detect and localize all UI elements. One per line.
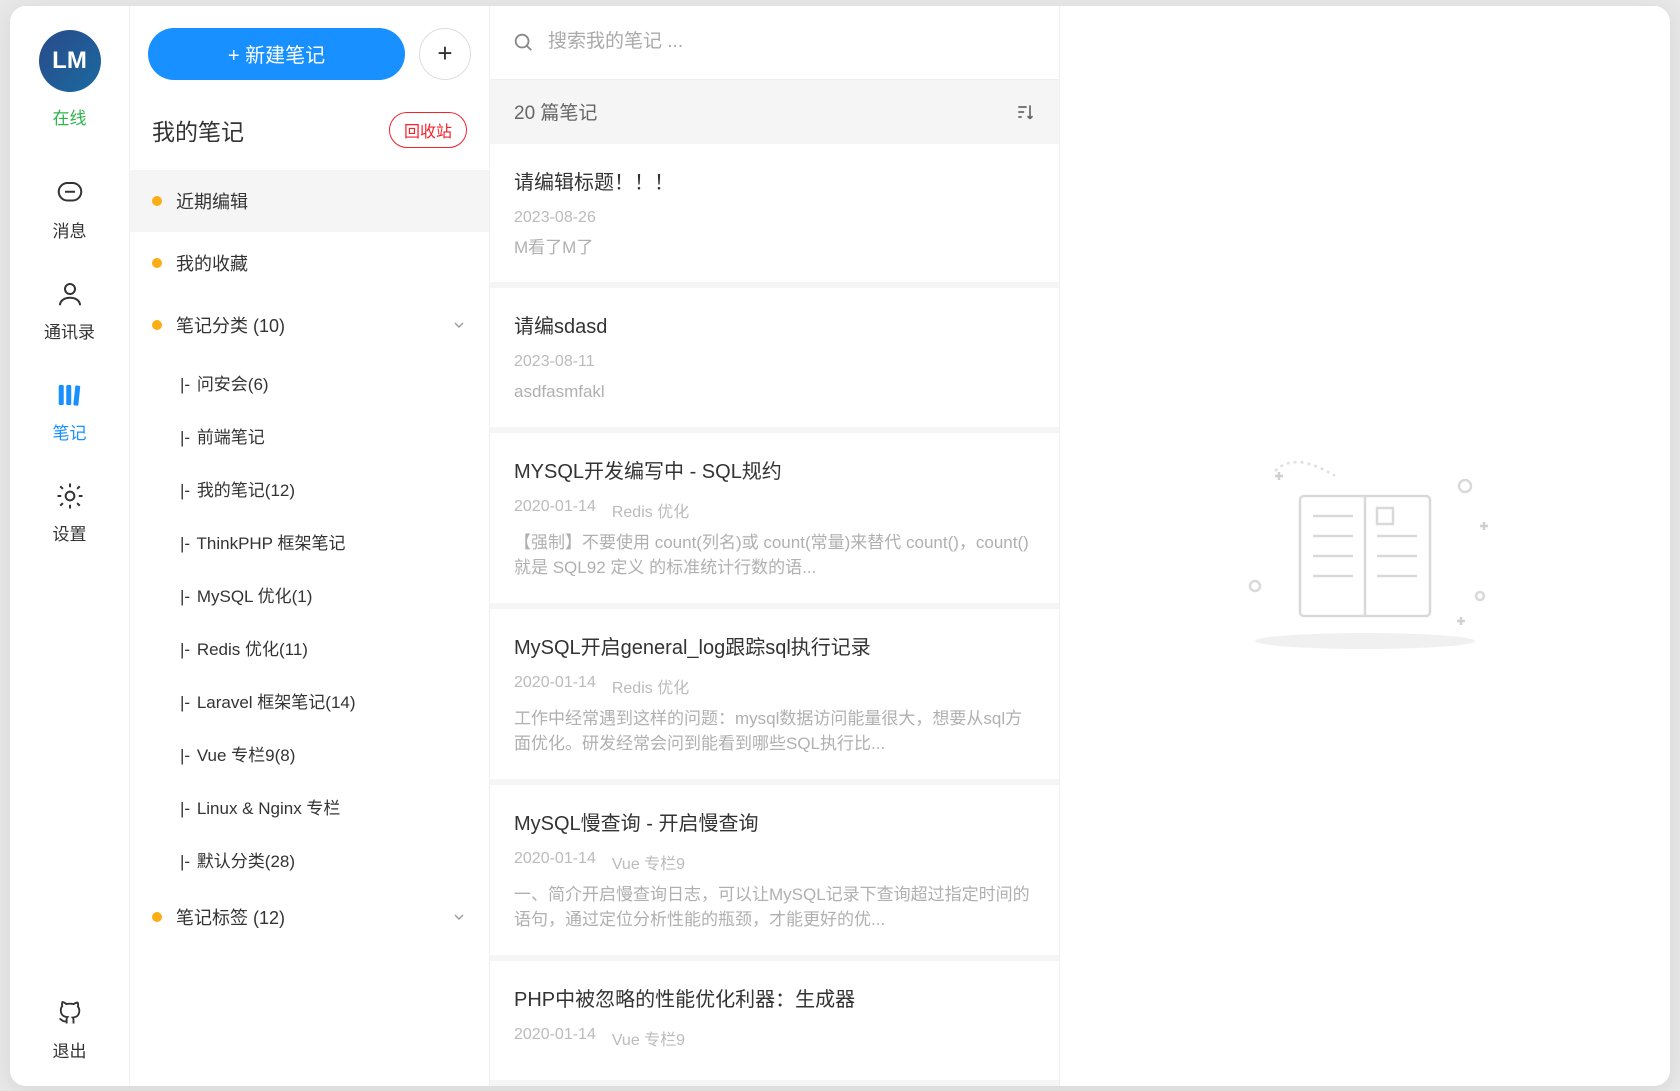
section-categories[interactable]: 笔记分类 (10) (130, 294, 489, 356)
nav-item-label: 通讯录 (44, 318, 95, 343)
search-input[interactable] (548, 31, 1037, 53)
section-tags[interactable]: 笔记标签 (12) (130, 886, 489, 948)
category-label: 前端笔记 (197, 428, 265, 447)
avatar[interactable]: LM (39, 30, 101, 92)
category-item[interactable]: |- MySQL 优化(1) (130, 568, 489, 621)
nav-item-settings[interactable]: 设置 (10, 462, 129, 563)
note-date: 2023-08-11 (514, 353, 595, 371)
note-preview: M看了M了 (514, 235, 1035, 261)
note-date: 2020-01-14 (514, 1026, 596, 1050)
plus-icon: + (437, 38, 452, 69)
sort-icon[interactable] (1015, 102, 1035, 122)
category-label: 我的笔记(12) (197, 481, 295, 500)
nav-item-messages[interactable]: 消息 (10, 159, 129, 260)
chevron-down-icon (451, 317, 467, 333)
note-preview: 一、简介开启慢查询日志，可以让MySQL记录下查询超过指定时间的语句，通过定位分… (514, 882, 1035, 933)
dot-icon (152, 912, 162, 922)
section-label: 笔记分类 (10) (176, 312, 285, 338)
new-category-button[interactable]: + (419, 28, 471, 80)
section-label: 我的收藏 (176, 250, 248, 276)
app-window: LM 在线 消息 通讯录 笔记 设置 (10, 6, 1670, 1086)
note-preview: 【强制】不要使用 count(列名)或 count(常量)来替代 count()… (514, 530, 1035, 581)
nav-rail: LM 在线 消息 通讯录 笔记 设置 (10, 6, 130, 1086)
notes-count-row: 20 篇笔记 (490, 80, 1059, 143)
note-item[interactable]: MySQL开启general_log跟踪sql执行记录 2020-01-14 R… (490, 609, 1059, 779)
empty-state-icon (1205, 426, 1525, 666)
notes-count: 20 篇笔记 (514, 98, 597, 125)
dot-icon (152, 196, 162, 206)
section-recent-edit[interactable]: 近期编辑 (130, 170, 489, 232)
note-category: Redis 优化 (612, 498, 689, 522)
note-title: MYSQL开发编写中 - SQL规约 (514, 455, 1035, 484)
chevron-down-icon (451, 909, 467, 925)
category-label: MySQL 优化(1) (197, 587, 313, 606)
note-preview: 工作中经常遇到这样的问题：mysql数据访问能量很大，想要从sql方面优化。研发… (514, 706, 1035, 757)
category-item[interactable]: |- 默认分类(28) (130, 833, 489, 886)
nav-exit-label: 退出 (53, 1037, 87, 1062)
sidebar-top: + 新建笔记 + (130, 6, 489, 100)
category-item[interactable]: |- 问安会(6) (130, 356, 489, 409)
settings-icon (54, 480, 86, 512)
note-title: 请编sdasd (514, 310, 1035, 339)
note-item[interactable]: MySQL慢查询 - 开启慢查询 2020-01-14 Vue 专栏9 一、简介… (490, 785, 1059, 955)
dot-icon (152, 258, 162, 268)
nav-exit[interactable]: 退出 (10, 997, 129, 1062)
message-icon (54, 177, 86, 209)
note-title: PHP中被忽略的性能优化利器：生成器 (514, 983, 1035, 1012)
nav-item-notes[interactable]: 笔记 (10, 361, 129, 462)
note-item[interactable]: 请编sdasd 2023-08-11 asdfasmfakl (490, 288, 1059, 427)
note-preview: asdfasmfakl (514, 379, 1035, 405)
nav-item-contacts[interactable]: 通讯录 (10, 260, 129, 361)
search-bar (490, 6, 1059, 81)
category-item[interactable]: |- Redis 优化(11) (130, 621, 489, 674)
contacts-icon (54, 278, 86, 310)
category-item[interactable]: |- 我的笔记(12) (130, 462, 489, 515)
note-date: 2020-01-14 (514, 674, 596, 698)
note-date: 2020-01-14 (514, 850, 596, 874)
recycle-bin-button[interactable]: 回收站 (389, 112, 467, 148)
category-list: 近期编辑 我的收藏 笔记分类 (10) |- 问安会(6) |- 前端笔记 |-… (130, 170, 489, 1086)
category-item[interactable]: |- Linux & Nginx 专栏 (130, 780, 489, 833)
new-note-button[interactable]: + 新建笔记 (148, 28, 405, 80)
note-category: Vue 专栏9 (612, 1026, 685, 1050)
note-category: Redis 优化 (612, 674, 689, 698)
note-item[interactable]: 请编辑标题！！！ 2023-08-26 M看了M了 (490, 144, 1059, 283)
note-title: 请编辑标题！！！ (514, 166, 1035, 195)
note-category: Vue 专栏9 (612, 850, 685, 874)
dot-icon (152, 320, 162, 330)
note-title: MySQL开启general_log跟踪sql执行记录 (514, 631, 1035, 660)
section-favorites[interactable]: 我的收藏 (130, 232, 489, 294)
section-label: 近期编辑 (176, 188, 248, 214)
category-item[interactable]: |- Laravel 框架笔记(14) (130, 674, 489, 727)
note-title: MySQL慢查询 - 开启慢查询 (514, 807, 1035, 836)
notes-list: 请编辑标题！！！ 2023-08-26 M看了M了 请编sdasd 2023-0… (490, 144, 1059, 1086)
github-icon (54, 997, 86, 1029)
category-label: Vue 专栏9(8) (197, 746, 296, 765)
my-notes-title: 我的笔记 (152, 113, 244, 147)
category-item[interactable]: |- ThinkPHP 框架笔记 (130, 515, 489, 568)
category-label: ThinkPHP 框架笔记 (197, 534, 346, 553)
sidebar: + 新建笔记 + 我的笔记 回收站 近期编辑 我的收藏 笔记分类 (10) (130, 6, 490, 1086)
search-icon (512, 31, 534, 53)
category-item[interactable]: |- Vue 专栏9(8) (130, 727, 489, 780)
category-item[interactable]: |- 前端笔记 (130, 409, 489, 462)
note-date: 2023-08-26 (514, 209, 596, 227)
note-item[interactable]: MYSQL开发编写中 - SQL规约 2020-01-14 Redis 优化 【… (490, 433, 1059, 603)
category-label: Linux & Nginx 专栏 (197, 799, 341, 818)
category-label: Laravel 框架笔记(14) (197, 693, 356, 712)
category-label: 默认分类(28) (197, 852, 295, 871)
main-content (1060, 6, 1670, 1086)
note-item[interactable]: PHP中被忽略的性能优化利器：生成器 2020-01-14 Vue 专栏9 (490, 961, 1059, 1080)
category-label: 问安会(6) (197, 375, 269, 394)
nav-item-label: 设置 (53, 520, 87, 545)
note-date: 2020-01-14 (514, 498, 596, 522)
section-label: 笔记标签 (12) (176, 904, 285, 930)
sidebar-header: 我的笔记 回收站 (130, 100, 489, 170)
category-label: Redis 优化(11) (197, 640, 308, 659)
notes-icon (54, 379, 86, 411)
nav-item-label: 消息 (53, 217, 87, 242)
notes-column: 20 篇笔记 请编辑标题！！！ 2023-08-26 M看了M了 请编sdasd… (490, 6, 1060, 1086)
nav-item-label: 笔记 (53, 419, 87, 444)
online-status: 在线 (53, 104, 87, 129)
